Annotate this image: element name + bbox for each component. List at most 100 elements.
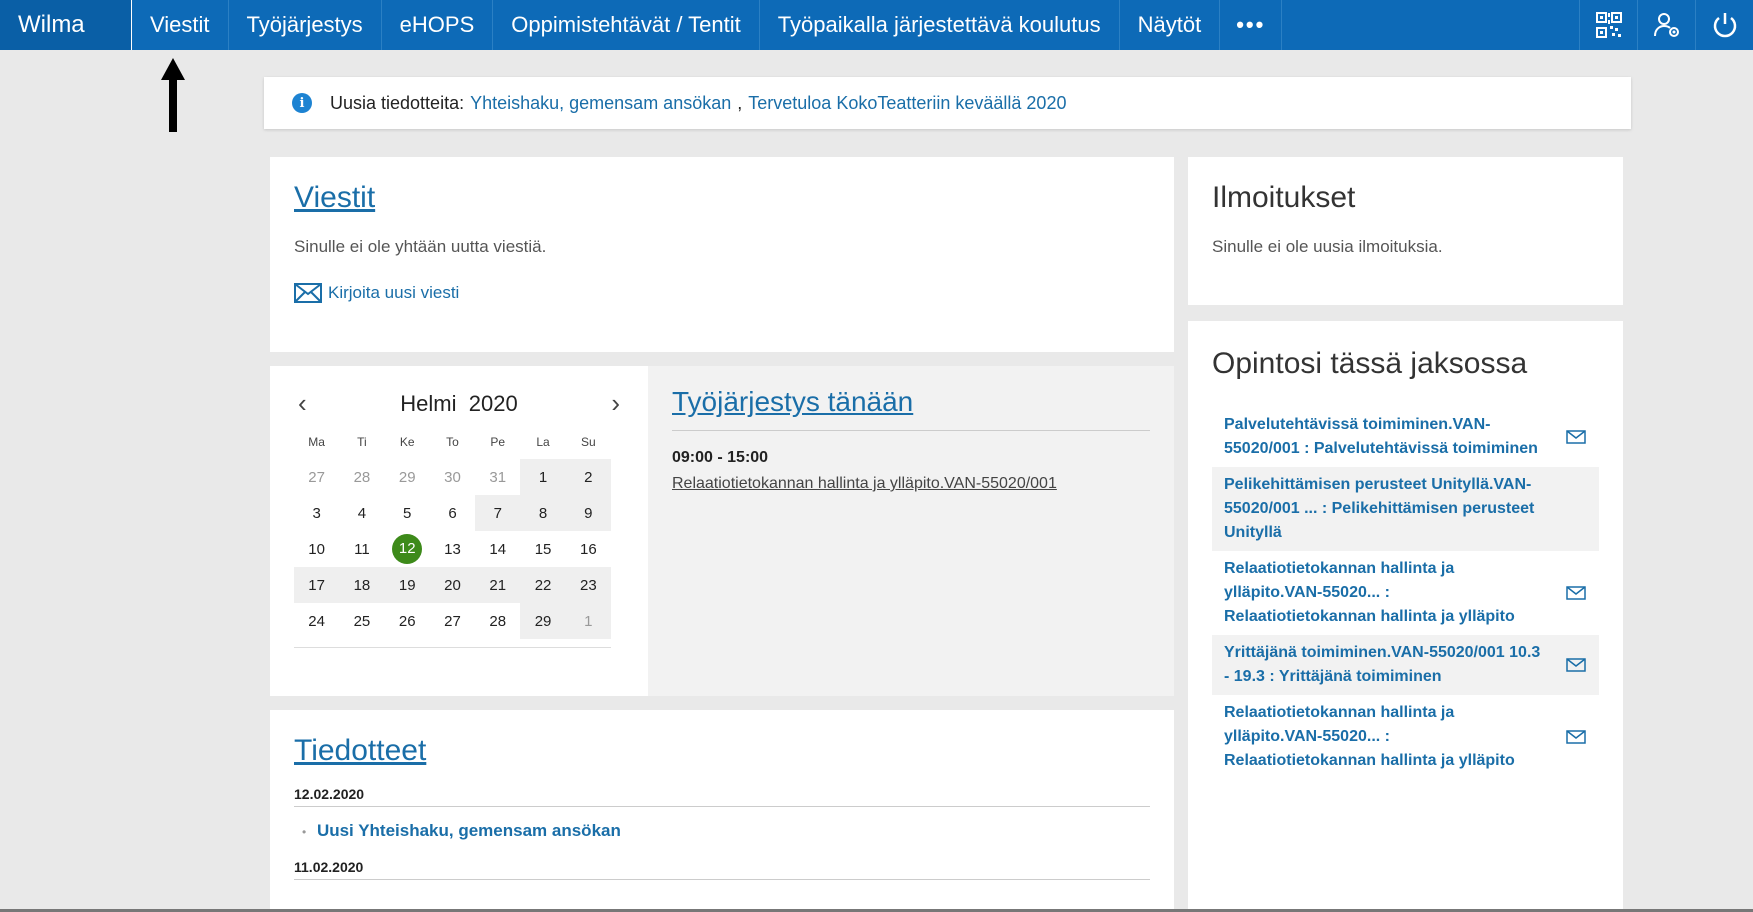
list-item: Relaatiotietokannan hallinta ja ylläpito… bbox=[1212, 551, 1599, 635]
calendar-day[interactable]: 20 bbox=[429, 567, 476, 603]
bulletin-date: 11.02.2020 bbox=[294, 859, 1150, 880]
news-notice-bar: i Uusia tiedotteita: Yhteishaku, gemensa… bbox=[264, 77, 1631, 129]
calendar-day[interactable]: 18 bbox=[339, 567, 385, 603]
studies-title: Opintosi tässä jaksossa bbox=[1212, 347, 1528, 380]
list-item: Palvelutehtävissä toimiminen.VAN-55020/0… bbox=[1212, 407, 1599, 467]
study-course-link[interactable]: Palvelutehtävissä toimiminen.VAN-55020/0… bbox=[1224, 413, 1544, 461]
calendar-day[interactable]: 24 bbox=[294, 603, 339, 639]
calendar-day[interactable]: 16 bbox=[566, 531, 611, 567]
calendar-day[interactable]: 3 bbox=[294, 495, 339, 531]
calendar-day[interactable]: 27 bbox=[294, 459, 339, 495]
study-course-link[interactable]: Pelikehittämisen perusteet Unityllä.VAN-… bbox=[1224, 473, 1544, 545]
nav-item-tyopaikalla[interactable]: Työpaikalla järjestettävä koulutus bbox=[760, 0, 1120, 50]
calendar-day[interactable]: 19 bbox=[384, 567, 430, 603]
annotation-arrow-icon bbox=[161, 58, 185, 132]
brand-logo[interactable]: Wilma bbox=[0, 0, 132, 50]
today-marker: 12 bbox=[392, 534, 423, 564]
mail-icon[interactable] bbox=[1565, 430, 1587, 444]
calendar-day[interactable]: 25 bbox=[339, 603, 384, 639]
nav-item-tyojarjestys[interactable]: Työjärjestys bbox=[229, 0, 382, 50]
chevron-left-icon[interactable]: ‹ bbox=[298, 388, 307, 419]
calendar-day[interactable]: 27 bbox=[430, 603, 475, 639]
bulletin-prefix-link[interactable]: Uusi bbox=[317, 821, 354, 840]
mail-icon[interactable] bbox=[1565, 586, 1587, 600]
nav-item-viestit[interactable]: Viestit bbox=[132, 0, 229, 50]
calendar-day[interactable]: 13 bbox=[430, 531, 475, 567]
nav-more-button[interactable]: ••• bbox=[1220, 0, 1283, 50]
weekday-label: To bbox=[446, 435, 459, 449]
top-navbar: Wilma Viestit Työjärjestys eHOPS Oppimis… bbox=[0, 0, 1753, 50]
mail-icon[interactable] bbox=[1565, 730, 1587, 744]
calendar-year: 2020 bbox=[468, 390, 518, 416]
bulletins-title-link[interactable]: Tiedotteet bbox=[294, 734, 426, 767]
study-course-link[interactable]: Relaatiotietokannan hallinta ja ylläpito… bbox=[1224, 557, 1544, 629]
calendar-day[interactable]: 1 bbox=[520, 459, 566, 495]
calendar-day[interactable]: 21 bbox=[475, 567, 521, 603]
messages-panel: Viestit Sinulle ei ole yhtään uutta vies… bbox=[270, 157, 1174, 352]
nav-right-icons bbox=[1579, 0, 1753, 50]
calendar-day[interactable]: 17 bbox=[294, 567, 340, 603]
calendar-divider bbox=[294, 647, 611, 648]
notifications-empty-text: Sinulle ei ole uusia ilmoituksia. bbox=[1212, 237, 1443, 256]
messages-title-link[interactable]: Viestit bbox=[294, 181, 375, 214]
calendar-day[interactable]: 5 bbox=[385, 495, 430, 531]
info-icon: i bbox=[292, 93, 312, 113]
calendar-day[interactable]: 31 bbox=[475, 459, 520, 495]
calendar-day[interactable]: 30 bbox=[430, 459, 475, 495]
study-course-link[interactable]: Relaatiotietokannan hallinta ja ylläpito… bbox=[1224, 701, 1544, 773]
calendar-day[interactable]: 8 bbox=[520, 495, 566, 531]
calendar-day[interactable]: 22 bbox=[520, 567, 566, 603]
chevron-right-icon[interactable]: › bbox=[611, 388, 620, 419]
calendar-day[interactable]: 1 bbox=[565, 603, 611, 639]
schedule-today-panel: Työjärjestys tänään 09:00 - 15:00 Relaat… bbox=[648, 366, 1174, 696]
power-icon[interactable] bbox=[1695, 0, 1753, 50]
compose-message-button[interactable]: Kirjoita uusi viesti bbox=[294, 283, 1150, 303]
calendar-day[interactable]: 4 bbox=[339, 495, 384, 531]
calendar-grid: Ma Ti Ke To Pe La Su 27 28 29 30 31 1 2 … bbox=[294, 425, 611, 639]
calendar-day[interactable]: 2 bbox=[565, 459, 611, 495]
weekday-label: Su bbox=[581, 435, 596, 449]
calendar-day[interactable]: 9 bbox=[565, 495, 611, 531]
compose-message-link[interactable]: Kirjoita uusi viesti bbox=[328, 283, 459, 303]
weekday-label: Ke bbox=[399, 435, 415, 449]
weekday-label: La bbox=[536, 435, 550, 449]
calendar-day-today[interactable]: 12 bbox=[385, 531, 430, 567]
calendar-day[interactable]: 11 bbox=[339, 531, 384, 567]
user-settings-icon[interactable] bbox=[1637, 0, 1695, 50]
bulletin-date: 12.02.2020 bbox=[294, 786, 1150, 807]
weekday-label: Ma bbox=[308, 435, 325, 449]
calendar-day[interactable]: 28 bbox=[475, 603, 520, 639]
schedule-title-link[interactable]: Työjärjestys tänään bbox=[672, 386, 913, 417]
calendar-day[interactable]: 15 bbox=[520, 531, 565, 567]
nav-item-oppimistehtavat[interactable]: Oppimistehtävät / Tentit bbox=[493, 0, 760, 50]
list-item: Pelikehittämisen perusteet Unityllä.VAN-… bbox=[1212, 467, 1599, 551]
notice-link-yhteishaku[interactable]: Yhteishaku, gemensam ansökan bbox=[470, 93, 731, 114]
qr-code-icon[interactable] bbox=[1579, 0, 1637, 50]
mail-icon bbox=[294, 283, 322, 303]
calendar-day[interactable]: 14 bbox=[475, 531, 520, 567]
nav-item-ehops[interactable]: eHOPS bbox=[382, 0, 494, 50]
mail-icon[interactable] bbox=[1565, 658, 1587, 672]
calendar-day[interactable]: 28 bbox=[339, 459, 384, 495]
calendar-day[interactable]: 6 bbox=[430, 495, 475, 531]
schedule-course-link[interactable]: Relaatiotietokannan hallinta ja ylläpito… bbox=[672, 475, 1150, 493]
calendar-month: Helmi bbox=[400, 390, 457, 416]
bullet-icon: • bbox=[302, 825, 307, 839]
calendar-day[interactable]: 26 bbox=[385, 603, 430, 639]
schedule-divider bbox=[672, 430, 1150, 431]
studies-list: Palvelutehtävissä toimiminen.VAN-55020/0… bbox=[1212, 407, 1599, 779]
nav-item-naytot[interactable]: Näytöt bbox=[1120, 0, 1221, 50]
bulletin-link[interactable]: Yhteishaku, gemensam ansökan bbox=[358, 821, 621, 840]
calendar-day[interactable]: 29 bbox=[520, 603, 566, 639]
calendar-day[interactable]: 10 bbox=[294, 531, 339, 567]
notice-link-kokoteatteri[interactable]: Tervetuloa KokoTeatteriin keväällä 2020 bbox=[748, 93, 1066, 114]
study-course-link[interactable]: Yrittäjänä toimiminen.VAN-55020/001 10.3… bbox=[1224, 641, 1544, 689]
notifications-panel: Ilmoitukset Sinulle ei ole uusia ilmoitu… bbox=[1188, 157, 1623, 305]
calendar-day[interactable]: 29 bbox=[385, 459, 430, 495]
notifications-title: Ilmoitukset bbox=[1212, 181, 1356, 214]
bulletins-panel: Tiedotteet 12.02.2020 • Uusi Yhteishaku,… bbox=[270, 710, 1174, 912]
notice-separator: , bbox=[737, 92, 743, 113]
calendar-day[interactable]: 23 bbox=[565, 567, 611, 603]
calendar-day[interactable]: 7 bbox=[475, 495, 521, 531]
messages-empty-text: Sinulle ei ole yhtään uutta viestiä. bbox=[294, 237, 547, 256]
